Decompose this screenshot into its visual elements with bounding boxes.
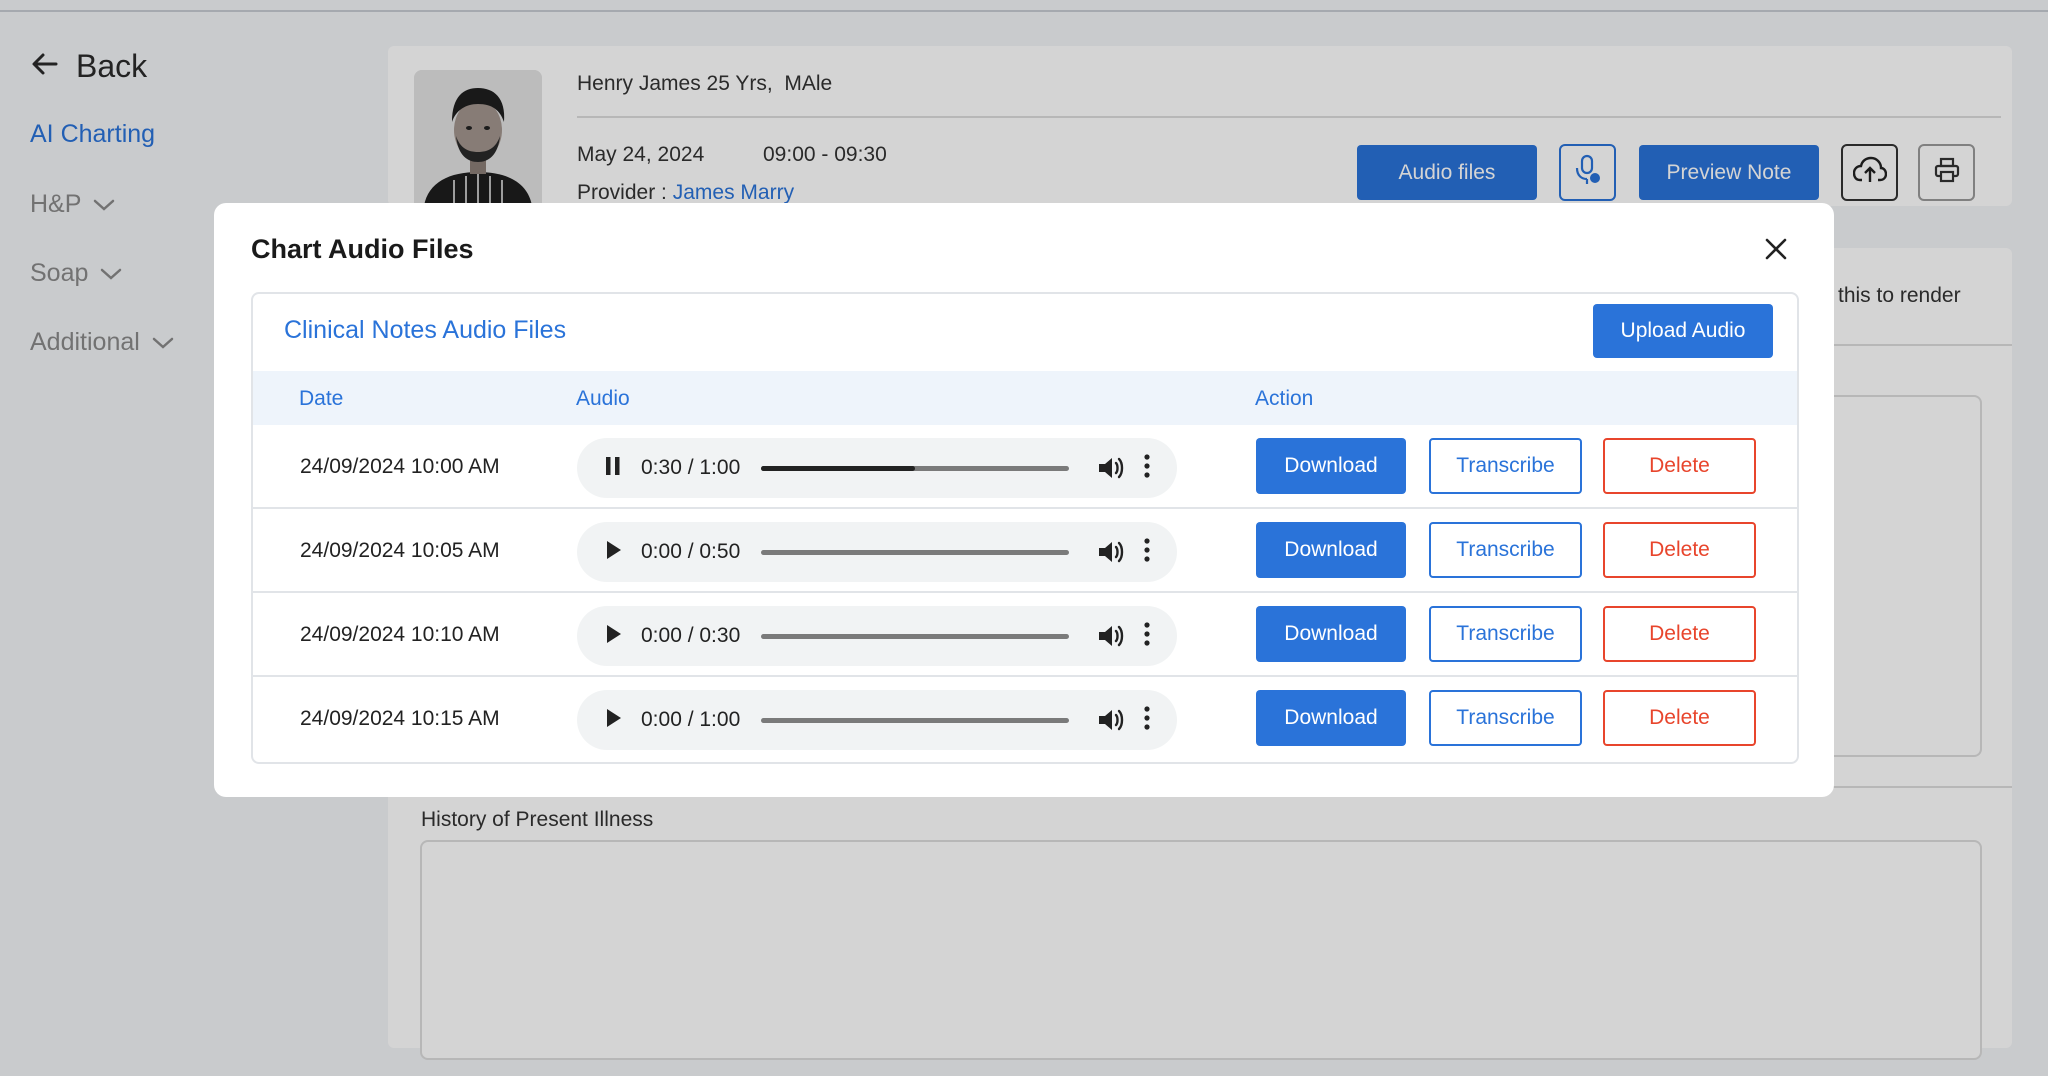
play-icon bbox=[604, 624, 622, 649]
table-row: 24/09/2024 10:05 AM 0:00 / 0:50 Download… bbox=[253, 509, 1797, 593]
column-header-date: Date bbox=[299, 387, 344, 410]
more-vertical-icon bbox=[1143, 453, 1151, 484]
volume-icon bbox=[1097, 709, 1127, 738]
download-button[interactable]: Download bbox=[1256, 690, 1406, 746]
audio-player: 0:00 / 1:00 bbox=[577, 690, 1177, 750]
recording-date: 24/09/2024 10:10 AM bbox=[300, 623, 500, 646]
seek-bar[interactable] bbox=[761, 550, 1069, 555]
more-vertical-icon bbox=[1143, 537, 1151, 568]
volume-icon bbox=[1097, 457, 1127, 486]
recording-date: 24/09/2024 10:15 AM bbox=[300, 707, 500, 730]
transcribe-button[interactable]: Transcribe bbox=[1429, 438, 1582, 494]
more-vertical-icon bbox=[1143, 621, 1151, 652]
volume-button[interactable] bbox=[1097, 454, 1127, 482]
table-row: 24/09/2024 10:10 AM 0:00 / 0:30 Download… bbox=[253, 593, 1797, 677]
more-options-button[interactable] bbox=[1139, 536, 1155, 568]
seek-progress bbox=[761, 466, 915, 471]
playback-time: 0:00 / 0:30 bbox=[641, 624, 741, 647]
volume-button[interactable] bbox=[1097, 538, 1127, 566]
volume-button[interactable] bbox=[1097, 706, 1127, 734]
audio-files-panel: Clinical Notes Audio Files Upload Audio … bbox=[251, 292, 1799, 764]
recording-date: 24/09/2024 10:00 AM bbox=[300, 455, 500, 478]
more-options-button[interactable] bbox=[1139, 704, 1155, 736]
play-button[interactable] bbox=[601, 624, 625, 648]
seek-bar[interactable] bbox=[761, 634, 1069, 639]
section-title: Clinical Notes Audio Files bbox=[284, 316, 567, 344]
transcribe-button[interactable]: Transcribe bbox=[1429, 606, 1582, 662]
pause-button[interactable] bbox=[601, 456, 625, 480]
seek-bar[interactable] bbox=[761, 718, 1069, 723]
transcribe-button[interactable]: Transcribe bbox=[1429, 522, 1582, 578]
table-row: 24/09/2024 10:00 AM 0:30 / 1:00 Download… bbox=[253, 425, 1797, 509]
recording-date: 24/09/2024 10:05 AM bbox=[300, 539, 500, 562]
audio-player: 0:00 / 0:30 bbox=[577, 606, 1177, 666]
delete-button[interactable]: Delete bbox=[1603, 690, 1756, 746]
table-row: 24/09/2024 10:15 AM 0:00 / 1:00 Download… bbox=[253, 677, 1797, 761]
audio-player: 0:00 / 0:50 bbox=[577, 522, 1177, 582]
column-header-audio: Audio bbox=[576, 387, 630, 410]
volume-icon bbox=[1097, 541, 1127, 570]
play-button[interactable] bbox=[601, 708, 625, 732]
more-options-button[interactable] bbox=[1139, 620, 1155, 652]
more-options-button[interactable] bbox=[1139, 452, 1155, 484]
play-button[interactable] bbox=[601, 540, 625, 564]
chart-audio-files-modal: Chart Audio Files Clinical Notes Audio F… bbox=[214, 203, 1834, 797]
play-icon bbox=[604, 540, 622, 565]
play-icon bbox=[604, 708, 622, 733]
table-header: Date Audio Action bbox=[253, 371, 1797, 425]
column-header-action: Action bbox=[1255, 387, 1314, 410]
more-vertical-icon bbox=[1143, 705, 1151, 736]
close-button[interactable] bbox=[1758, 233, 1794, 269]
upload-audio-button[interactable]: Upload Audio bbox=[1593, 304, 1773, 358]
playback-time: 0:00 / 1:00 bbox=[641, 708, 741, 731]
playback-time: 0:30 / 1:00 bbox=[641, 456, 741, 479]
download-button[interactable]: Download bbox=[1256, 438, 1406, 494]
volume-icon bbox=[1097, 625, 1127, 654]
pause-icon bbox=[604, 456, 622, 481]
close-icon bbox=[1764, 237, 1788, 266]
delete-button[interactable]: Delete bbox=[1603, 438, 1756, 494]
modal-title: Chart Audio Files bbox=[251, 234, 474, 264]
audio-player: 0:30 / 1:00 bbox=[577, 438, 1177, 498]
playback-time: 0:00 / 0:50 bbox=[641, 540, 741, 563]
download-button[interactable]: Download bbox=[1256, 522, 1406, 578]
download-button[interactable]: Download bbox=[1256, 606, 1406, 662]
transcribe-button[interactable]: Transcribe bbox=[1429, 690, 1582, 746]
delete-button[interactable]: Delete bbox=[1603, 522, 1756, 578]
seek-bar[interactable] bbox=[761, 466, 1069, 471]
delete-button[interactable]: Delete bbox=[1603, 606, 1756, 662]
volume-button[interactable] bbox=[1097, 622, 1127, 650]
